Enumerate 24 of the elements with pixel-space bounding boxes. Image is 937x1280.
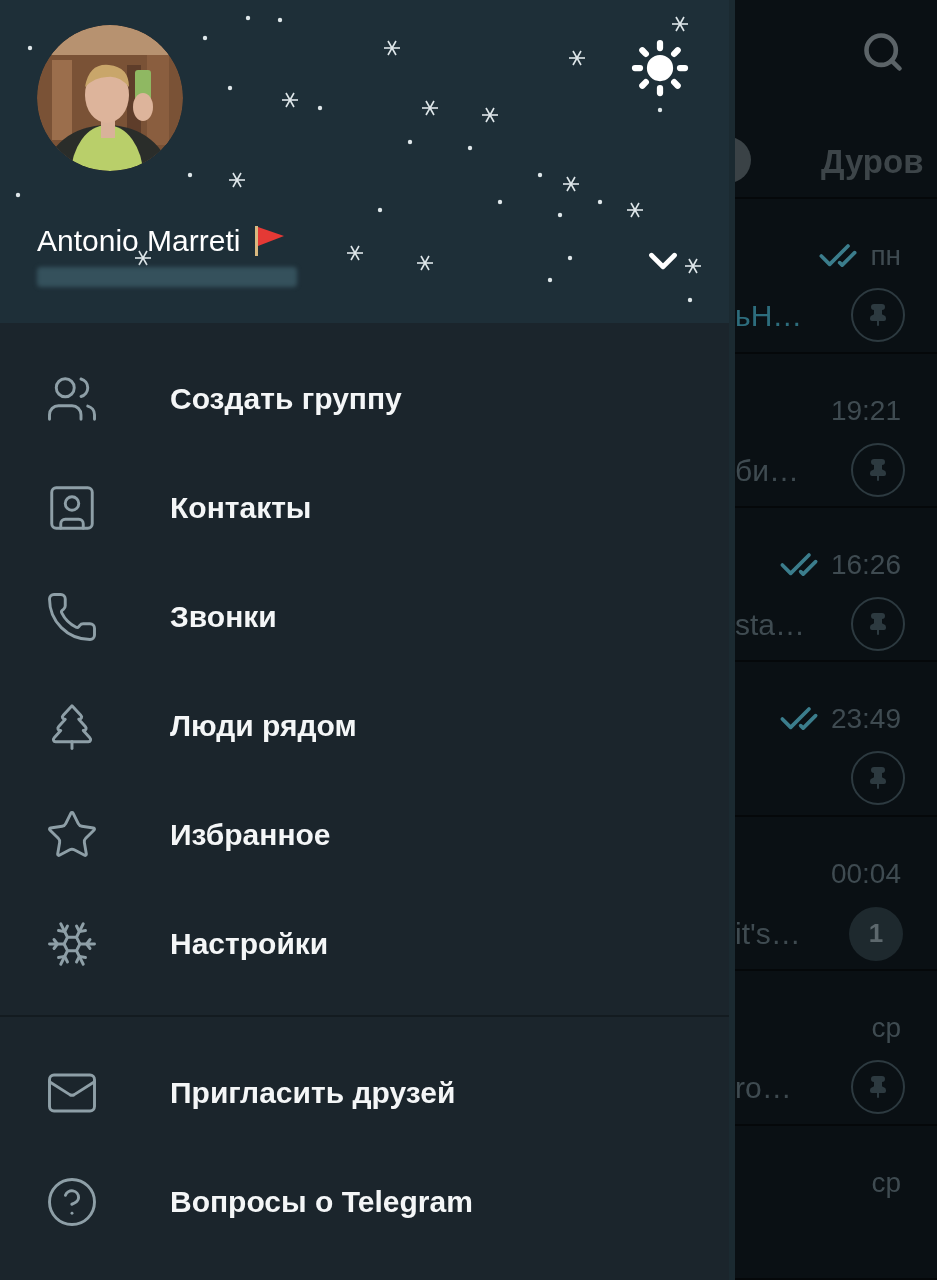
chat-time: 19:21 [830,393,901,428]
chat-time: ср [871,1011,901,1046]
menu-item[interactable]: Звонки [0,562,729,671]
menu-item[interactable]: Люди рядом [0,671,729,780]
chat-time: 16:26 [830,548,901,583]
unread-badge: 1 [849,906,903,961]
profile-name: Antonio Marreti [37,223,241,259]
chat-time: 00:04 [830,856,901,891]
message-preview: би… [735,452,799,489]
message-preview: sta… [735,607,806,644]
chat-time: 23:49 [830,702,901,737]
menu-item[interactable]: Пригласить друзей [0,1038,729,1147]
chat-time: ср [871,1165,901,1200]
message-preview: ьН… [735,298,803,335]
search-icon[interactable] [861,30,905,74]
message-preview: ro… [735,1070,792,1107]
menu-item[interactable]: Вопросы о Telegram [0,1147,729,1256]
message-preview: it's… [735,915,801,952]
menu-item[interactable]: Создать группу [0,344,729,453]
menu-item[interactable]: Настройки [0,889,729,998]
theme-toggle-icon[interactable] [630,38,690,98]
menu-item[interactable]: Контакты [0,453,729,562]
menu-item[interactable]: Избранное [0,780,729,889]
chat-time: пн [870,239,901,274]
